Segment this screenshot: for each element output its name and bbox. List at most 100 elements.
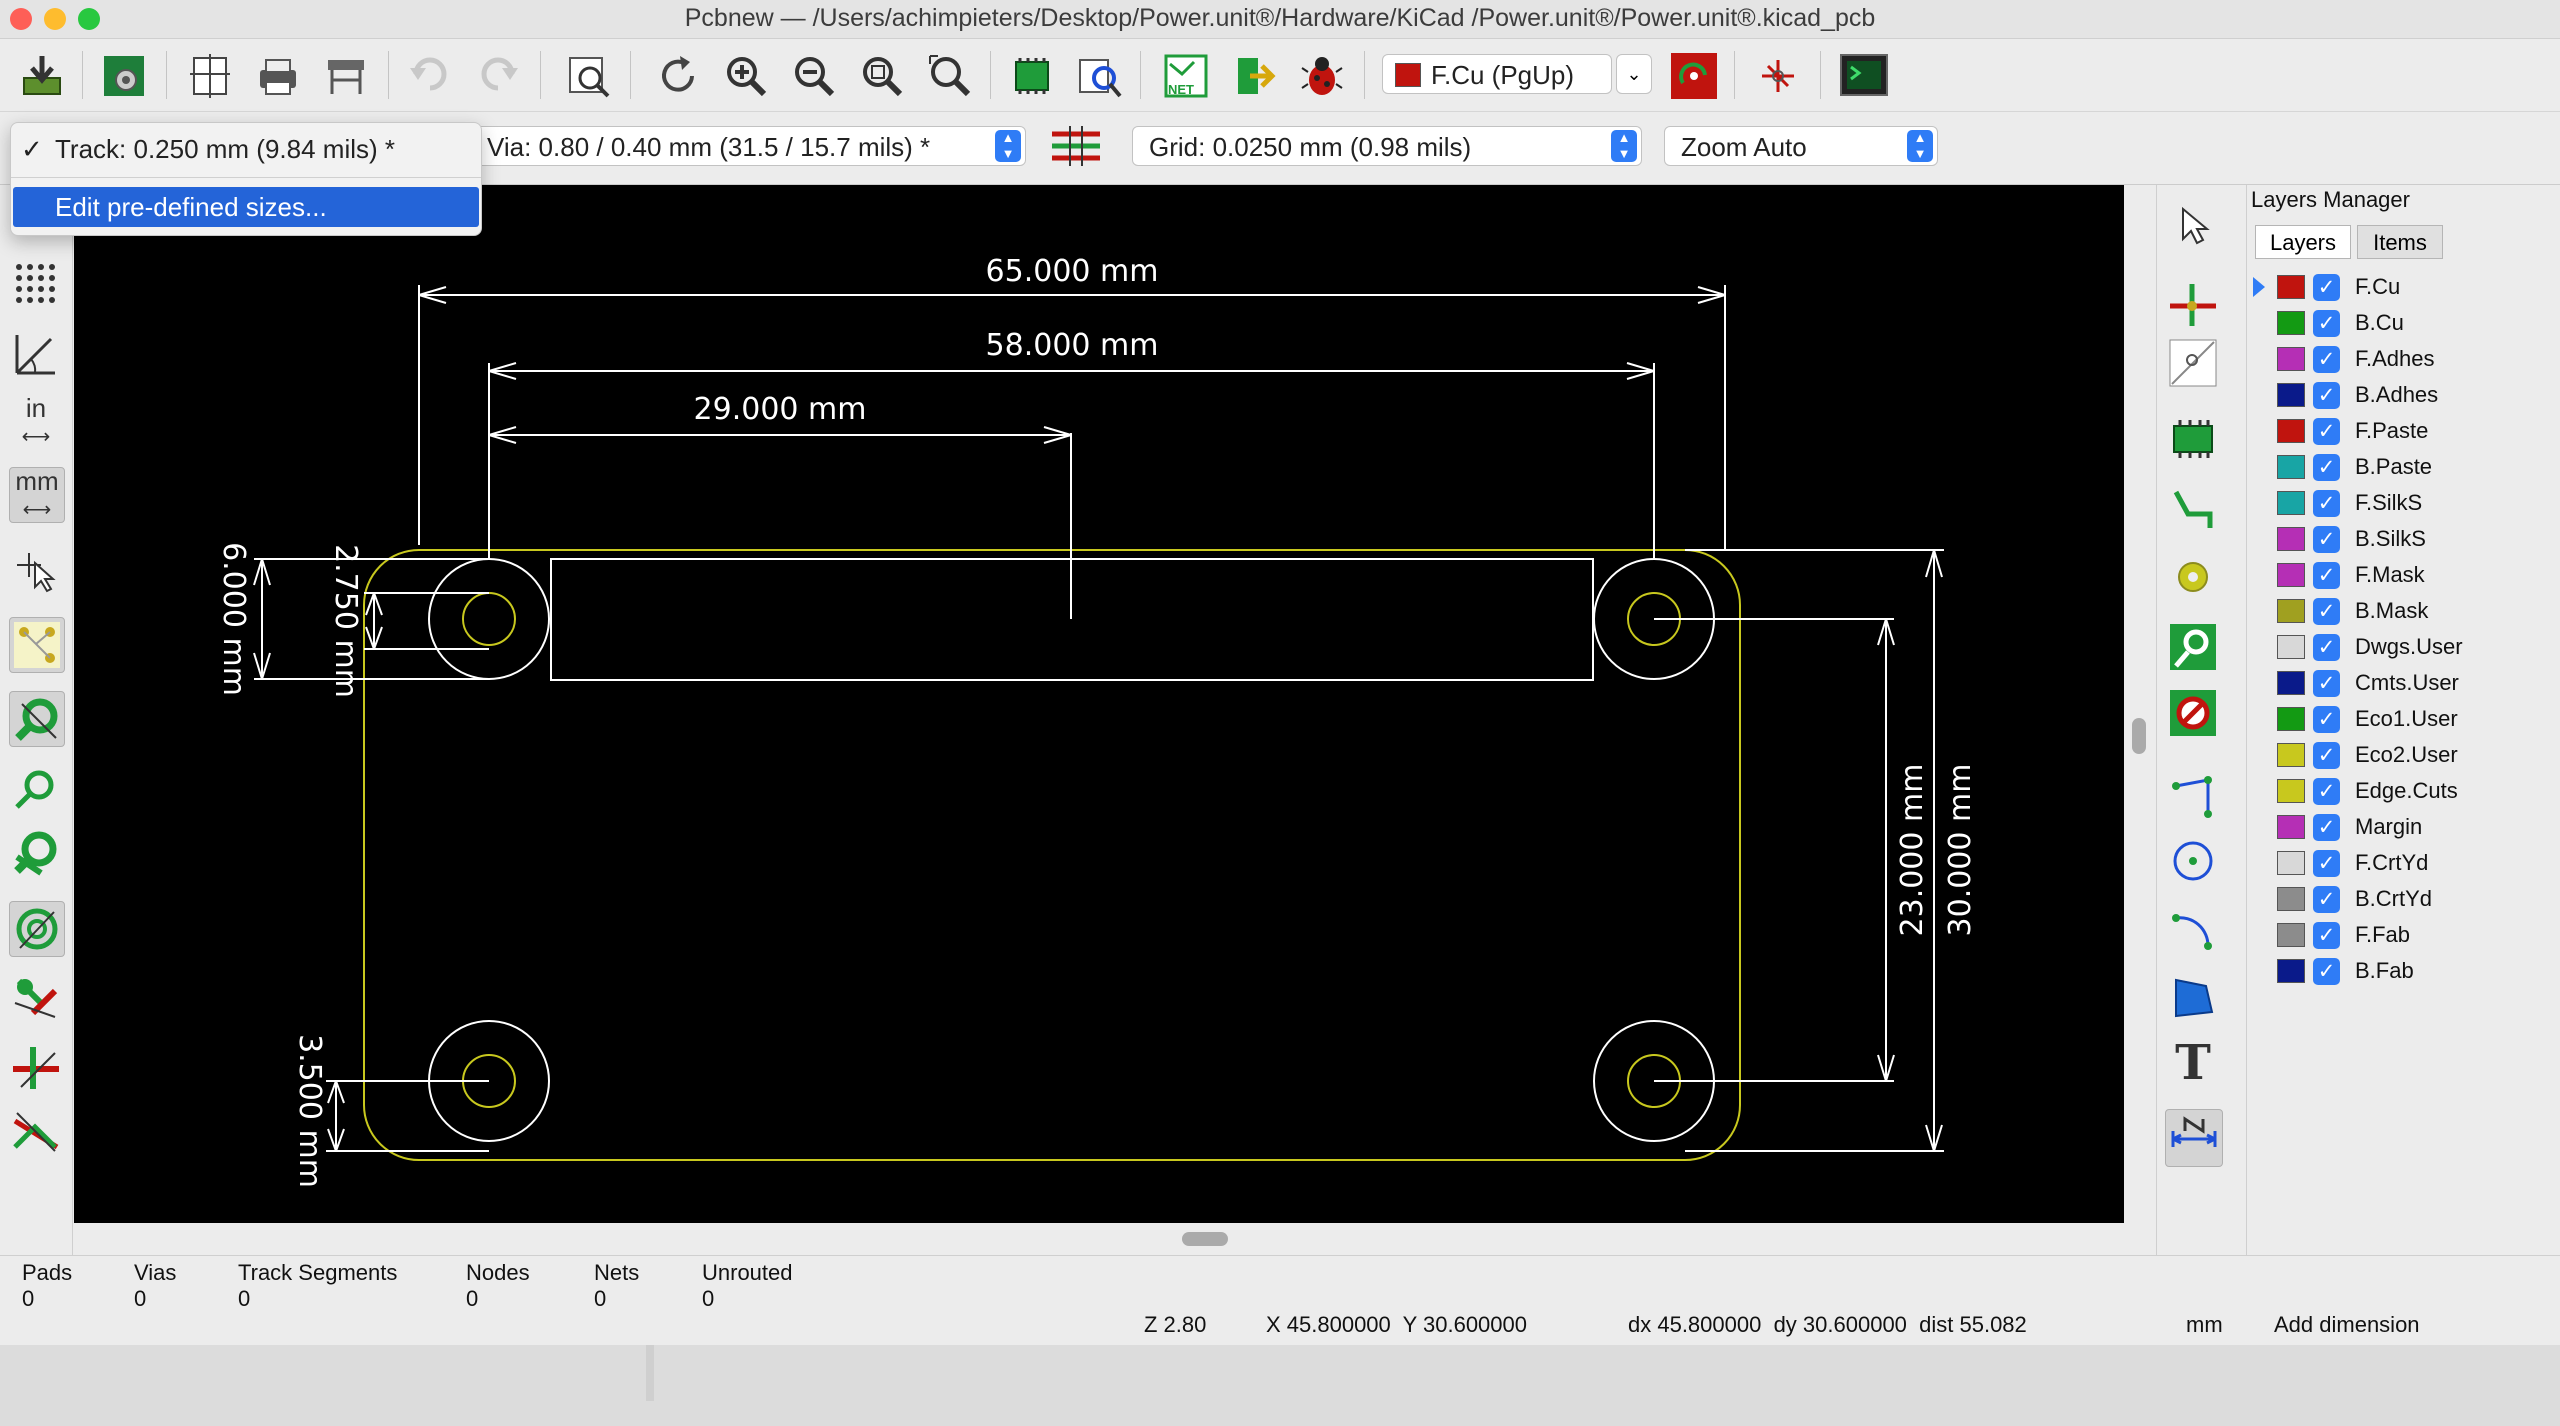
mounting-hole-top-left[interactable] xyxy=(428,558,550,680)
layer-visibility-checkbox[interactable]: ✓ xyxy=(2313,850,2340,877)
add-footprint-icon[interactable] xyxy=(2165,411,2221,467)
microwave-tool-icon[interactable] xyxy=(1752,50,1804,102)
layer-visibility-checkbox[interactable]: ✓ xyxy=(2313,418,2340,445)
layer-color-swatch[interactable] xyxy=(2277,671,2305,695)
layer-row[interactable]: ✓ F.Mask xyxy=(2277,559,2547,593)
show-zones-icon[interactable] xyxy=(9,901,65,957)
layer-row[interactable]: ✓ F.Paste xyxy=(2277,415,2547,449)
highlight-net-icon[interactable] xyxy=(2165,277,2221,333)
units-inch-icon[interactable]: in ⟷ xyxy=(9,395,63,449)
microwave-display-icon[interactable] xyxy=(9,1105,63,1159)
plot-icon[interactable] xyxy=(320,50,372,102)
add-circle-icon[interactable] xyxy=(2165,833,2221,889)
layer-pair-icon[interactable] xyxy=(1668,50,1720,102)
board-setup-icon[interactable] xyxy=(98,50,150,102)
layer-visibility-checkbox[interactable]: ✓ xyxy=(2313,742,2340,769)
vertical-scrollbar-thumb[interactable] xyxy=(2132,718,2146,754)
layer-row[interactable]: ✓ B.Paste xyxy=(2277,451,2547,485)
tab-items[interactable]: Items xyxy=(2357,225,2443,259)
board-outline[interactable] xyxy=(363,549,1741,1161)
layer-color-swatch[interactable] xyxy=(2277,491,2305,515)
pcb-canvas[interactable]: 65.000 mm 58.000 mm 29.000 mm 6.000 mm 2… xyxy=(74,185,2124,1223)
layer-visibility-checkbox[interactable]: ✓ xyxy=(2313,310,2340,337)
layer-visibility-checkbox[interactable]: ✓ xyxy=(2313,526,2340,553)
layer-color-swatch[interactable] xyxy=(2277,455,2305,479)
layer-color-swatch[interactable] xyxy=(2277,275,2305,299)
layer-visibility-checkbox[interactable]: ✓ xyxy=(2313,922,2340,949)
zoom-in-icon[interactable] xyxy=(720,50,772,102)
layer-visibility-checkbox[interactable]: ✓ xyxy=(2313,706,2340,733)
footprint-editor-icon[interactable] xyxy=(1006,50,1058,102)
redo-icon[interactable] xyxy=(472,50,524,102)
layer-row[interactable]: ✓ B.SilkS xyxy=(2277,523,2547,557)
auto-track-width-icon[interactable] xyxy=(1050,120,1102,172)
layer-color-swatch[interactable] xyxy=(2277,959,2305,983)
layer-visibility-checkbox[interactable]: ✓ xyxy=(2313,454,2340,481)
layer-color-swatch[interactable] xyxy=(2277,599,2305,623)
layer-color-swatch[interactable] xyxy=(2277,851,2305,875)
layer-row[interactable]: ✓ B.Fab xyxy=(2277,955,2547,989)
layer-row[interactable]: ✓ F.CrtYd xyxy=(2277,847,2547,881)
add-polygon-icon[interactable] xyxy=(2165,969,2221,1025)
load-netlist-icon[interactable]: NET xyxy=(1160,50,1212,102)
show-vias-filled-icon[interactable] xyxy=(9,761,63,815)
menu-item-track-size[interactable]: ✓ Track: 0.250 mm (9.84 mils) * xyxy=(11,129,481,169)
layer-row[interactable]: ✓ F.Cu xyxy=(2277,271,2547,305)
layer-color-swatch[interactable] xyxy=(2277,743,2305,767)
polar-coords-icon[interactable] xyxy=(9,327,63,381)
layer-row[interactable]: ✓ Edge.Cuts xyxy=(2277,775,2547,809)
layer-color-swatch[interactable] xyxy=(2277,383,2305,407)
layer-color-swatch[interactable] xyxy=(2277,527,2305,551)
units-mm-icon[interactable]: mm ⟷ xyxy=(9,467,65,523)
save-board-icon[interactable] xyxy=(16,50,68,102)
layer-visibility-checkbox[interactable]: ✓ xyxy=(2313,778,2340,805)
layer-dropdown-button[interactable]: ⌄ xyxy=(1616,54,1652,94)
footprint-browser-icon[interactable] xyxy=(1074,50,1126,102)
layer-row[interactable]: ✓ B.Cu xyxy=(2277,307,2547,341)
find-icon[interactable] xyxy=(562,50,614,102)
add-keepout-icon[interactable] xyxy=(2165,685,2221,741)
grid-display-icon[interactable] xyxy=(9,257,63,311)
add-via-icon[interactable] xyxy=(2165,549,2221,605)
layer-row[interactable]: ✓ Cmts.User xyxy=(2277,667,2547,701)
cursor-shape-icon[interactable] xyxy=(9,541,63,595)
zoom-out-icon[interactable] xyxy=(788,50,840,102)
layer-visibility-checkbox[interactable]: ✓ xyxy=(2313,490,2340,517)
undo-icon[interactable] xyxy=(404,50,456,102)
grid-select[interactable]: Grid: 0.0250 mm (0.98 mils) ▲ ▼ xyxy=(1132,126,1642,166)
layer-color-swatch[interactable] xyxy=(2277,815,2305,839)
zoom-select[interactable]: Zoom Auto ▲ ▼ xyxy=(1664,126,1938,166)
layer-row[interactable]: ✓ B.Adhes xyxy=(2277,379,2547,413)
show-pads-filled-icon[interactable] xyxy=(9,691,65,747)
layer-color-swatch[interactable] xyxy=(2277,347,2305,371)
add-zone-icon[interactable] xyxy=(2165,619,2221,675)
layer-visibility-checkbox[interactable]: ✓ xyxy=(2313,382,2340,409)
print-icon[interactable] xyxy=(252,50,304,102)
layer-color-swatch[interactable] xyxy=(2277,887,2305,911)
layer-visibility-checkbox[interactable]: ✓ xyxy=(2313,274,2340,301)
layer-row[interactable]: ✓ Eco1.User xyxy=(2277,703,2547,737)
layer-row[interactable]: ✓ Margin xyxy=(2277,811,2547,845)
page-settings-icon[interactable] xyxy=(184,50,236,102)
layer-visibility-checkbox[interactable]: ✓ xyxy=(2313,958,2340,985)
layer-color-swatch[interactable] xyxy=(2277,311,2305,335)
local-ratsnest-icon[interactable] xyxy=(2165,335,2221,391)
horizontal-scrollbar-thumb[interactable] xyxy=(1182,1232,1228,1246)
layer-select[interactable]: F.Cu (PgUp) xyxy=(1382,54,1612,94)
add-line-icon[interactable] xyxy=(2165,769,2221,825)
layer-color-swatch[interactable] xyxy=(2277,707,2305,731)
layer-visibility-checkbox[interactable]: ✓ xyxy=(2313,634,2340,661)
high-contrast-icon[interactable] xyxy=(9,971,63,1025)
layer-pair-display-icon[interactable] xyxy=(9,1041,63,1095)
show-ratsnest-icon[interactable] xyxy=(9,617,65,673)
scripting-console-icon[interactable] xyxy=(1838,50,1890,102)
layer-visibility-checkbox[interactable]: ✓ xyxy=(2313,670,2340,697)
redraw-icon[interactable] xyxy=(652,50,704,102)
select-tool-icon[interactable] xyxy=(2165,197,2221,253)
layer-color-swatch[interactable] xyxy=(2277,779,2305,803)
layer-color-swatch[interactable] xyxy=(2277,419,2305,443)
layer-row[interactable]: ✓ Dwgs.User xyxy=(2277,631,2547,665)
update-pcb-icon[interactable] xyxy=(1228,50,1280,102)
layer-row[interactable]: ✓ Eco2.User xyxy=(2277,739,2547,773)
via-size-select[interactable]: Via: 0.80 / 0.40 mm (31.5 / 15.7 mils) *… xyxy=(460,126,1026,166)
